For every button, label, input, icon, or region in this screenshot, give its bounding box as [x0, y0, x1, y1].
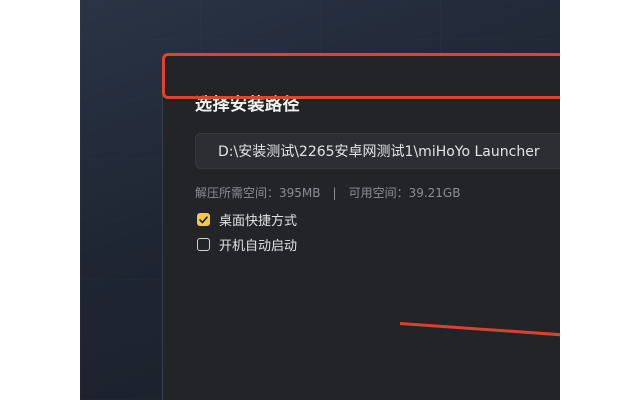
space-separator: | — [332, 186, 337, 200]
desktop-shortcut-option[interactable]: 桌面快捷方式 — [197, 210, 297, 229]
available-space-label: 可用空间： — [348, 186, 409, 200]
autostart-checkbox[interactable] — [197, 238, 210, 251]
install-path-dialog: 选择安装路径 D:\安装测试\2265安卓网测试1\miHoYo Launche… — [162, 53, 560, 400]
autostart-option[interactable]: 开机自动启动 — [197, 235, 297, 254]
desktop-shortcut-label: 桌面快捷方式 — [219, 214, 298, 229]
install-path-input[interactable]: D:\安装测试\2265安卓网测试1\miHoYo Launcher — [195, 133, 560, 169]
disk-space-info: 解压所需空间：395MB | 可用空间：39.21GB — [195, 184, 460, 201]
autostart-label: 开机自动启动 — [219, 239, 298, 254]
launcher-background: 选择安装路径 D:\安装测试\2265安卓网测试1\miHoYo Launche… — [80, 0, 560, 400]
available-space-value: 39.21GB — [408, 186, 461, 200]
desktop-shortcut-checkbox[interactable] — [197, 213, 210, 226]
required-space-value: 395MB — [279, 186, 321, 200]
checkmark-icon — [199, 215, 208, 223]
dialog-title: 选择安装路径 — [195, 95, 300, 115]
required-space-label: 解压所需空间： — [195, 186, 280, 200]
